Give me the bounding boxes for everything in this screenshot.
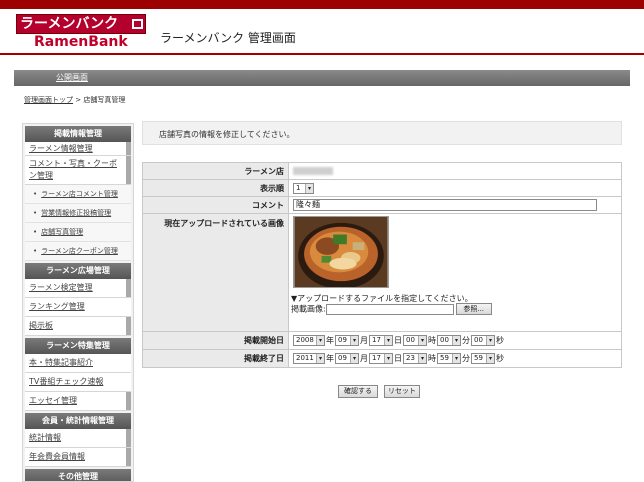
chevron-down-icon: ▾ — [486, 336, 494, 345]
sidebar-heading-plaza: ラーメン広場管理 — [25, 263, 131, 279]
sidebar-item-comment-photo-coupon[interactable]: コメント・写真・クーポン管理 — [25, 156, 131, 185]
sidebar-heading-other: その他管理 — [25, 469, 131, 481]
start-year-select[interactable]: 2008 ▾ — [293, 335, 325, 346]
order-label: 表示順 — [142, 179, 289, 197]
comment-label: コメント — [142, 196, 289, 214]
end-second-select[interactable]: 59 ▾ — [471, 353, 495, 364]
chevron-down-icon: ▾ — [316, 354, 324, 363]
sidebar-sub-shop-photo[interactable]: 店舗写真管理 — [25, 223, 131, 242]
end-month-select[interactable]: 09 ▾ — [335, 353, 359, 364]
chevron-down-icon: ▾ — [350, 336, 358, 345]
sidebar-item-books[interactable]: 本・特集記事紹介 — [25, 354, 131, 373]
sidebar-heading-feature: ラーメン特集管理 — [25, 338, 131, 354]
top-accent-bar — [0, 0, 644, 9]
breadcrumb-separator: > — [75, 96, 82, 104]
end-date-label: 掲載終了日 — [142, 349, 289, 368]
chevron-down-icon: ▾ — [486, 354, 494, 363]
current-image-label: 現在アップロードされている画像 — [142, 213, 289, 332]
ramen-photo — [293, 216, 389, 289]
breadcrumb-current: 店舗写真管理 — [83, 96, 126, 104]
sidebar-item-essay[interactable]: エッセイ管理 — [25, 392, 131, 411]
start-second-select[interactable]: 00 ▾ — [471, 335, 495, 346]
end-day-select[interactable]: 17 ▾ — [369, 353, 393, 364]
header: ラーメンバンク RamenBank ラーメンバンク 管理画面 — [0, 9, 644, 55]
chevron-down-icon: ▾ — [418, 336, 426, 345]
end-minute-select[interactable]: 59 ▾ — [437, 353, 461, 364]
breadcrumb: 管理画面トップ > 店舗写真管理 — [24, 95, 125, 105]
chevron-down-icon: ▾ — [418, 354, 426, 363]
logo-english: RamenBank — [34, 34, 128, 50]
sidebar-heading-members: 会員・統計情報管理 — [25, 413, 131, 429]
admin-title: ラーメンバンク 管理画面 — [160, 31, 296, 45]
main-nav: 公開画面 — [14, 70, 630, 86]
sidebar-item-annual-members[interactable]: 年会費会員情報 — [25, 448, 131, 467]
chevron-down-icon: ▾ — [350, 354, 358, 363]
notice-box: 店舗写真の情報を修正してください。 — [142, 121, 622, 145]
logo-deco-icon — [132, 19, 143, 29]
sidebar: 掲載情報管理 ラーメン情報管理 コメント・写真・クーポン管理 ラーメン店コメント… — [22, 123, 134, 482]
sidebar-item-ramen-info[interactable]: ラーメン情報管理 — [25, 142, 131, 156]
chevron-down-icon: ▾ — [384, 354, 392, 363]
sidebar-item-tv[interactable]: TV番組チェック速報 — [25, 373, 131, 392]
sidebar-item-stats[interactable]: 統計情報 — [25, 429, 131, 448]
end-year-select[interactable]: 2011 ▾ — [293, 353, 325, 364]
shop-label: ラーメン店 — [142, 162, 289, 180]
breadcrumb-home[interactable]: 管理画面トップ — [24, 96, 73, 104]
start-date-label: 掲載開始日 — [142, 331, 289, 350]
upload-label: 掲載画像: — [291, 304, 326, 314]
start-minute-select[interactable]: 00 ▾ — [437, 335, 461, 346]
logo-japanese: ラーメンバンク — [20, 16, 119, 32]
sidebar-heading-listing: 掲載情報管理 — [25, 126, 131, 142]
reset-button[interactable]: リセット — [384, 385, 420, 398]
notice-text: 店舗写真の情報を修正してください。 — [159, 130, 295, 139]
order-select[interactable]: 1 ▾ — [293, 182, 314, 194]
comment-input[interactable]: 隆々麺 — [293, 199, 597, 211]
upload-file-input[interactable] — [325, 303, 454, 315]
start-hour-select[interactable]: 00 ▾ — [403, 335, 427, 346]
chevron-down-icon: ▾ — [384, 336, 392, 345]
chevron-down-icon: ▾ — [316, 336, 324, 345]
photo-edit-form: ラーメン店 表示順 1 ▾ コメント 隆々麺 現在アップロードされている画像 ▼… — [142, 162, 622, 368]
upload-instruction: ▼アップロードするファイルを指定してください。 — [291, 294, 473, 303]
confirm-button[interactable]: 確認する — [338, 385, 378, 398]
sidebar-sub-shop-comment[interactable]: ラーメン店コメント管理 — [25, 185, 131, 204]
chevron-down-icon: ▾ — [305, 183, 313, 193]
sidebar-item-ranking[interactable]: ランキング管理 — [25, 298, 131, 317]
end-hour-select[interactable]: 23 ▾ — [403, 353, 427, 364]
sidebar-item-quiz[interactable]: ラーメン検定管理 — [25, 279, 131, 298]
start-day-select[interactable]: 17 ▾ — [369, 335, 393, 346]
chevron-down-icon: ▾ — [452, 336, 460, 345]
start-month-select[interactable]: 09 ▾ — [335, 335, 359, 346]
site-logo[interactable]: ラーメンバンク RamenBank — [16, 14, 146, 52]
sidebar-sub-shop-coupon[interactable]: ラーメン店クーポン管理 — [25, 242, 131, 261]
nav-public-site[interactable]: 公開画面 — [56, 70, 88, 86]
sidebar-item-board[interactable]: 掲示板 — [25, 317, 131, 336]
sidebar-sub-business-info[interactable]: 営業情報修正投稿管理 — [25, 204, 131, 223]
shop-name-redacted — [293, 167, 333, 175]
chevron-down-icon: ▾ — [452, 354, 460, 363]
browse-button[interactable]: 参照... — [455, 303, 492, 315]
